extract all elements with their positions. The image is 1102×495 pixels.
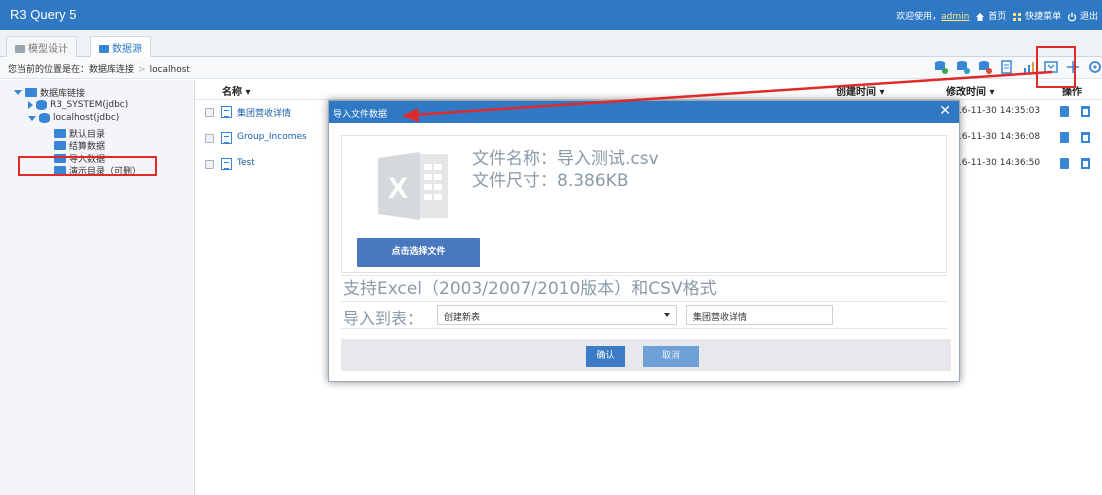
tab-bar: 模型设计 数据源: [0, 30, 1102, 57]
confirm-button[interactable]: 确认: [586, 346, 625, 367]
row-modified: 16-11-30 14:36:50: [956, 158, 1041, 168]
grid-icon: [1013, 12, 1022, 21]
highlight-box-import-button: [1036, 46, 1076, 88]
collapse-icon[interactable]: [28, 101, 33, 109]
folder-icon: [54, 141, 66, 150]
header-actions: 欢迎使用，admin 首页 快捷菜单 退出: [896, 9, 1098, 22]
tree-item-settlement[interactable]: 结算数据: [54, 139, 105, 152]
column-name[interactable]: 名称 ▾: [222, 83, 251, 98]
table-header: 名称 ▾ 创建时间 ▾ 修改时间 ▾ 操作: [196, 80, 1102, 100]
dialog-footer: 确认 取消: [341, 339, 951, 371]
tree-item-r3-system[interactable]: R3_SYSTEM(jdbc): [28, 100, 128, 110]
column-created[interactable]: 创建时间 ▾: [836, 83, 885, 98]
edit-icon[interactable]: [1060, 106, 1069, 117]
tree-item-localhost[interactable]: localhost(jdbc): [28, 113, 119, 123]
quick-menu-link[interactable]: 快捷菜单: [1012, 9, 1061, 22]
refresh-database-icon[interactable]: [956, 60, 970, 74]
edit-database-icon[interactable]: [978, 60, 992, 74]
expand-icon[interactable]: [28, 115, 36, 121]
import-to-label: 导入到表：: [343, 309, 424, 328]
folder-icon: [54, 129, 66, 138]
row-modified: 16-11-30 14:36:08: [956, 132, 1041, 142]
edit-icon[interactable]: [1060, 158, 1069, 169]
file-info: 文件名称：导入测试.csv 文件尺寸：8.386KB: [472, 148, 659, 192]
chart-icon[interactable]: [1022, 60, 1036, 74]
file-name: 文件名称：导入测试.csv: [472, 149, 659, 169]
column-modified[interactable]: 修改时间 ▾: [946, 83, 995, 98]
folder-icon: [99, 45, 109, 53]
report-icon: [221, 106, 232, 118]
breadcrumb-bar: 您当前的位置是在：数据库连接 > localhost: [0, 57, 1102, 79]
database-icon: [39, 113, 50, 123]
upload-area: X 文件名称：导入测试.csv 文件尺寸：8.386KB 点击选择文件: [341, 135, 947, 273]
datasource-tree: 数据库链接 R3_SYSTEM(jdbc) localhost(jdbc) 默认…: [0, 80, 195, 495]
app-header: R3 Query 5 欢迎使用，admin 首页 快捷菜单 退出: [0, 0, 1102, 30]
tab-data-source[interactable]: 数据源: [90, 36, 151, 57]
database-icon: [36, 100, 47, 110]
add-database-icon[interactable]: [934, 60, 948, 74]
delete-icon[interactable]: [1081, 158, 1090, 169]
import-target-row: 导入到表： 创建新表 集团营收详情: [341, 302, 947, 329]
tree-root[interactable]: 数据库链接: [14, 86, 85, 99]
folder-icon: [25, 88, 37, 97]
row-modified: 16-11-30 14:35:03: [956, 106, 1041, 116]
expand-icon[interactable]: [14, 90, 22, 95]
dialog-title: 导入文件数据: [333, 110, 388, 120]
cancel-button[interactable]: 取消: [643, 346, 699, 367]
excel-file-icon: X: [378, 152, 448, 220]
delete-icon[interactable]: [1081, 106, 1090, 117]
row-checkbox[interactable]: [205, 134, 214, 143]
report-icon: [221, 132, 232, 144]
row-name[interactable]: Test: [237, 158, 255, 168]
user-link[interactable]: admin: [941, 12, 969, 22]
row-checkbox[interactable]: [205, 160, 214, 169]
close-icon[interactable]: ✕: [939, 103, 951, 119]
file-size: 文件尺寸：8.386KB: [472, 171, 629, 191]
home-link[interactable]: 首页: [975, 9, 1006, 22]
edit-icon[interactable]: [1060, 132, 1069, 143]
highlight-box-import-folder: [18, 156, 157, 176]
power-icon: [1067, 12, 1077, 22]
settings-icon[interactable]: [1088, 60, 1102, 74]
app-title: R3 Query 5: [10, 7, 77, 22]
dialog-header: 导入文件数据 ✕: [329, 101, 959, 123]
import-dialog: 导入文件数据 ✕ X 文件名称：导入测试.csv 文件尺寸：8.386KB 点击…: [328, 100, 960, 382]
report-icon: [221, 158, 232, 170]
choose-file-button[interactable]: 点击选择文件: [357, 238, 480, 267]
delete-icon[interactable]: [1081, 132, 1090, 143]
row-name[interactable]: 集团营收详情: [237, 106, 291, 119]
welcome-text: 欢迎使用，admin: [896, 12, 970, 22]
svg-text:X: X: [388, 172, 408, 205]
folder-icon: [15, 45, 25, 53]
row-checkbox[interactable]: [205, 108, 214, 117]
toolbar: [934, 60, 1102, 74]
chevron-down-icon: [664, 313, 670, 317]
support-formats-text: 支持Excel（2003/2007/2010版本）和CSV格式: [341, 275, 947, 302]
breadcrumb: 您当前的位置是在：数据库连接 > localhost: [8, 65, 190, 75]
table-select[interactable]: 创建新表: [437, 305, 677, 325]
new-file-icon[interactable]: [1000, 60, 1014, 74]
table-name-input[interactable]: 集团营收详情: [686, 305, 833, 325]
tab-model-design[interactable]: 模型设计: [6, 36, 77, 57]
row-name[interactable]: Group_Incomes: [237, 132, 307, 142]
home-icon: [976, 12, 985, 21]
logout-link[interactable]: 退出: [1067, 9, 1098, 22]
breadcrumb-current[interactable]: localhost: [150, 65, 190, 75]
